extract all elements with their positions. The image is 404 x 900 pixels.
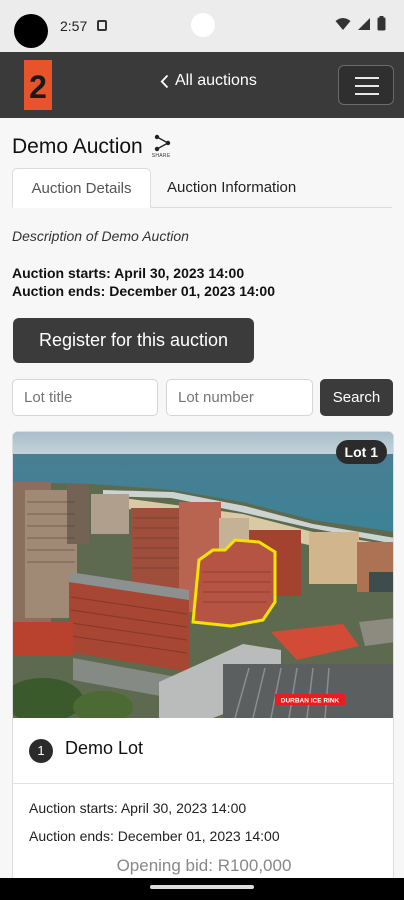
auction-start-date: Auction starts: April 30, 2023 14:00: [12, 265, 245, 281]
search-button[interactable]: Search: [320, 379, 393, 416]
main-content: Demo Auction SHARE Auction Details Aucti…: [0, 118, 404, 891]
photo-sign-text: DURBAN ICE RINK: [281, 698, 340, 705]
auction-end-date: Auction ends: December 01, 2023 14:00: [12, 283, 276, 299]
chevron-left-icon: [160, 74, 169, 88]
share-button[interactable]: SHARE: [151, 134, 175, 160]
lot-badge: Lot 1: [335, 440, 387, 464]
lot-header: 1 Demo Lot: [13, 718, 393, 784]
share-label: SHARE: [151, 153, 171, 159]
tab-auction-details[interactable]: Auction Details: [12, 168, 151, 208]
back-label: All auctions: [175, 72, 257, 89]
home-gesture-handle[interactable]: [150, 885, 254, 889]
share-icon: [154, 134, 170, 152]
opening-bid: Opening bid: R100,000: [116, 856, 292, 875]
svg-text:2: 2: [29, 69, 47, 105]
camera-cutout: [14, 14, 48, 48]
title-row: Demo Auction SHARE: [12, 134, 175, 160]
lot-photo[interactable]: DURBAN ICE RINK Lot 1: [13, 432, 393, 718]
lot-start-date: Auction starts: April 30, 2023 14:00: [29, 800, 247, 816]
front-camera: [191, 13, 215, 37]
site-logo[interactable]: 2: [24, 60, 52, 110]
status-bar: 2:57: [0, 0, 404, 52]
tab-auction-information[interactable]: Auction Information: [167, 168, 296, 208]
page-title: Demo Auction: [12, 135, 143, 158]
notification-icon: [97, 20, 107, 31]
status-time: 2:57: [60, 18, 88, 34]
auction-dates: Auction starts: April 30, 2023 14:00 Auc…: [12, 264, 275, 300]
auction-description: Description of Demo Auction: [12, 228, 189, 244]
wifi-icon: [335, 17, 351, 30]
all-auctions-link[interactable]: All auctions: [160, 72, 257, 90]
lot-card[interactable]: DURBAN ICE RINK Lot 1 1 Demo Lot Auction…: [12, 431, 394, 891]
auction-tabs: Auction Details Auction Information: [12, 168, 392, 208]
lot-number-input[interactable]: [166, 379, 313, 416]
status-icons: [335, 16, 386, 31]
menu-toggle-button[interactable]: [338, 65, 394, 105]
app-bar: 2 All auctions: [0, 52, 404, 118]
lot-title-input[interactable]: [12, 379, 158, 416]
battery-icon: [377, 16, 386, 31]
lot-number-badge: 1: [29, 739, 53, 763]
app-screen: 2:57 2 All auctions Demo Auction SHARE A…: [0, 0, 404, 900]
lot-title[interactable]: Demo Lot: [65, 738, 143, 759]
menu-icon: [355, 77, 379, 79]
register-button[interactable]: Register for this auction: [13, 318, 254, 363]
lot-end-date: Auction ends: December 01, 2023 14:00: [29, 828, 280, 844]
signal-icon: [358, 17, 370, 30]
lot-dates: Auction starts: April 30, 2023 14:00 Auc…: [29, 794, 280, 850]
system-nav-bar: [0, 878, 404, 900]
